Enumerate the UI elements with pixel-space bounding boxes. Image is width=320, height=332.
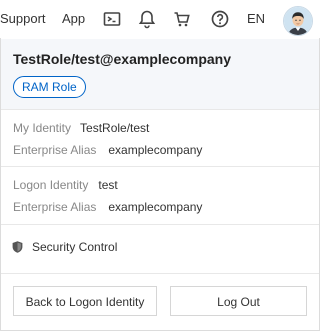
my-identity-value: TestRole/test: [80, 121, 150, 135]
logon-enterprise-alias-value: examplecompany: [108, 200, 203, 214]
logon-enterprise-alias-label: Enterprise Alias: [13, 200, 97, 214]
log-out-button[interactable]: Log Out: [170, 286, 307, 316]
avatar[interactable]: [283, 6, 313, 36]
logon-identity-section: Logon Identity test Enterprise Alias examp…: [1, 167, 319, 225]
role-badge: RAM Role: [13, 76, 86, 98]
my-identity-label: My Identity: [13, 121, 72, 135]
logon-identity-row: Logon Identity test: [13, 178, 118, 192]
my-identity-row: My Identity TestRole/test: [13, 121, 149, 135]
security-control-label: Security Control: [32, 240, 118, 254]
help-icon[interactable]: [210, 9, 230, 29]
logon-alias-row: Enterprise Alias examplecompany: [13, 200, 202, 214]
bell-icon[interactable]: [137, 9, 157, 29]
divider: [1, 273, 319, 274]
support-link[interactable]: Support: [0, 0, 46, 38]
account-name: TestRole/test@examplecompany: [13, 51, 232, 67]
logon-identity-label: Logon Identity: [13, 178, 89, 192]
top-navigation-bar: Support App EN: [0, 0, 320, 38]
enterprise-alias-value: examplecompany: [108, 143, 203, 157]
terminal-icon[interactable]: [102, 9, 122, 29]
security-control-link[interactable]: Security Control: [12, 240, 117, 254]
my-identity-section: My Identity TestRole/test Enterprise Alia…: [1, 110, 319, 167]
identity-header: TestRole/test@examplecompany RAM Role: [1, 39, 319, 110]
enterprise-alias-label: Enterprise Alias: [13, 143, 97, 157]
back-to-logon-identity-button[interactable]: Back to Logon Identity: [13, 286, 157, 316]
language-switch[interactable]: EN: [247, 0, 265, 38]
shield-icon: [12, 241, 23, 253]
logon-identity-value: test: [98, 178, 118, 192]
app-link[interactable]: App: [62, 0, 85, 38]
cart-icon[interactable]: [172, 9, 192, 29]
my-alias-row: Enterprise Alias examplecompany: [13, 143, 202, 157]
